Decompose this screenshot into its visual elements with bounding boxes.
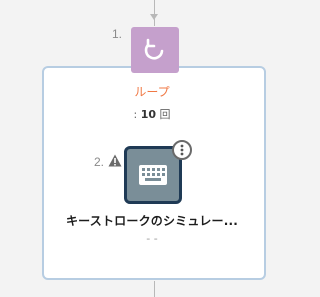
action-step-label: キーストロークのシミュレー... [65,214,239,228]
flow-canvas: 1. ループ : 10 回 2. キーストロークのシミュレー... - - [0,0,304,297]
more-vertical-icon [180,144,184,156]
loop-count-value: 10 [140,108,156,121]
loop-count-prefix: : [133,108,141,121]
loop-icon [144,38,164,60]
connector-line-top [154,0,155,26]
loop-step-node[interactable] [131,27,179,73]
connector-arrow-icon [150,14,158,20]
loop-step-number: 1. [112,27,123,41]
loop-count: : 10 回 [0,106,304,122]
loop-count-unit: 回 [159,108,171,121]
keyboard-icon [139,165,167,185]
action-step-subtitle: - - [146,232,158,245]
more-options-button[interactable] [172,140,192,160]
loop-step-title: ループ [134,85,170,99]
connector-line-bottom [154,281,155,297]
warning-icon [108,154,122,167]
action-step-number: 2. [94,155,105,169]
